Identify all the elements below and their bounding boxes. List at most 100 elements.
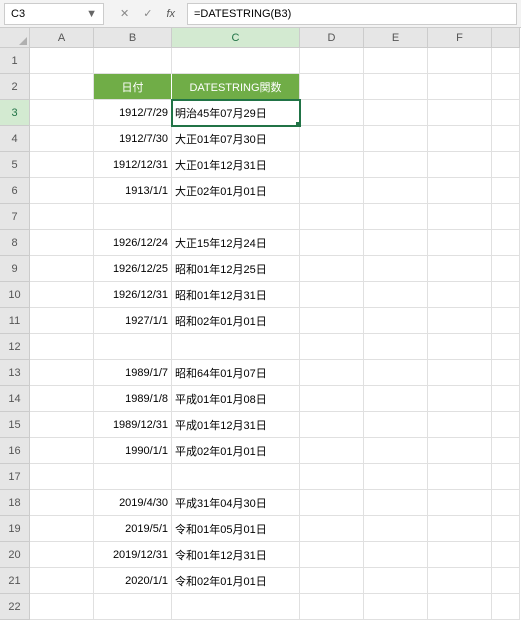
cell-B8[interactable]: 1926/12/24: [94, 230, 172, 256]
row-header-14[interactable]: 14: [0, 386, 30, 412]
row-header-4[interactable]: 4: [0, 126, 30, 152]
cell-G12[interactable]: [492, 334, 520, 360]
cell-A22[interactable]: [30, 594, 94, 620]
cell-G13[interactable]: [492, 360, 520, 386]
cell-F14[interactable]: [428, 386, 492, 412]
cell-A21[interactable]: [30, 568, 94, 594]
cell-D18[interactable]: [300, 490, 364, 516]
cell-F21[interactable]: [428, 568, 492, 594]
cell-D11[interactable]: [300, 308, 364, 334]
cell-E13[interactable]: [364, 360, 428, 386]
cell-E9[interactable]: [364, 256, 428, 282]
cell-E19[interactable]: [364, 516, 428, 542]
cell-G3[interactable]: [492, 100, 520, 126]
cell-E2[interactable]: [364, 74, 428, 100]
cell-F6[interactable]: [428, 178, 492, 204]
cell-E15[interactable]: [364, 412, 428, 438]
cell-F11[interactable]: [428, 308, 492, 334]
cell-B6[interactable]: 1913/1/1: [94, 178, 172, 204]
cell-E8[interactable]: [364, 230, 428, 256]
cell-A15[interactable]: [30, 412, 94, 438]
cell-B15[interactable]: 1989/12/31: [94, 412, 172, 438]
cell-D6[interactable]: [300, 178, 364, 204]
cell-E5[interactable]: [364, 152, 428, 178]
cell-E20[interactable]: [364, 542, 428, 568]
cell-E3[interactable]: [364, 100, 428, 126]
cell-B2[interactable]: 日付: [94, 74, 172, 100]
cell-A8[interactable]: [30, 230, 94, 256]
row-header-11[interactable]: 11: [0, 308, 30, 334]
cell-E18[interactable]: [364, 490, 428, 516]
row-header-3[interactable]: 3: [0, 100, 30, 126]
cell-B11[interactable]: 1927/1/1: [94, 308, 172, 334]
row-header-5[interactable]: 5: [0, 152, 30, 178]
cell-D20[interactable]: [300, 542, 364, 568]
cell-D16[interactable]: [300, 438, 364, 464]
cell-C15[interactable]: 平成01年12月31日: [172, 412, 300, 438]
cell-B14[interactable]: 1989/1/8: [94, 386, 172, 412]
cell-F3[interactable]: [428, 100, 492, 126]
accept-icon[interactable]: ✓: [143, 7, 152, 20]
cell-B18[interactable]: 2019/4/30: [94, 490, 172, 516]
row-header-6[interactable]: 6: [0, 178, 30, 204]
cell-D17[interactable]: [300, 464, 364, 490]
cell-B9[interactable]: 1926/12/25: [94, 256, 172, 282]
row-header-17[interactable]: 17: [0, 464, 30, 490]
cell-A3[interactable]: [30, 100, 94, 126]
cell-C22[interactable]: [172, 594, 300, 620]
row-header-10[interactable]: 10: [0, 282, 30, 308]
cell-F7[interactable]: [428, 204, 492, 230]
cell-F22[interactable]: [428, 594, 492, 620]
cell-D5[interactable]: [300, 152, 364, 178]
cell-D9[interactable]: [300, 256, 364, 282]
cell-F18[interactable]: [428, 490, 492, 516]
cell-C12[interactable]: [172, 334, 300, 360]
cell-G10[interactable]: [492, 282, 520, 308]
cell-D10[interactable]: [300, 282, 364, 308]
cell-B5[interactable]: 1912/12/31: [94, 152, 172, 178]
cell-D1[interactable]: [300, 48, 364, 74]
cell-C16[interactable]: 平成02年01月01日: [172, 438, 300, 464]
cell-G14[interactable]: [492, 386, 520, 412]
row-header-21[interactable]: 21: [0, 568, 30, 594]
cell-C3[interactable]: 明治45年07月29日: [172, 100, 300, 126]
cell-F15[interactable]: [428, 412, 492, 438]
cell-F2[interactable]: [428, 74, 492, 100]
row-header-16[interactable]: 16: [0, 438, 30, 464]
cell-C13[interactable]: 昭和64年01月07日: [172, 360, 300, 386]
row-header-15[interactable]: 15: [0, 412, 30, 438]
cell-A10[interactable]: [30, 282, 94, 308]
cell-C8[interactable]: 大正15年12月24日: [172, 230, 300, 256]
cell-A12[interactable]: [30, 334, 94, 360]
cell-A13[interactable]: [30, 360, 94, 386]
cell-C2[interactable]: DATESTRING関数: [172, 74, 300, 100]
cell-D7[interactable]: [300, 204, 364, 230]
cell-D8[interactable]: [300, 230, 364, 256]
cell-B7[interactable]: [94, 204, 172, 230]
cell-A14[interactable]: [30, 386, 94, 412]
row-header-1[interactable]: 1: [0, 48, 30, 74]
cell-B10[interactable]: 1926/12/31: [94, 282, 172, 308]
cell-F17[interactable]: [428, 464, 492, 490]
cell-B3[interactable]: 1912/7/29: [94, 100, 172, 126]
cell-A19[interactable]: [30, 516, 94, 542]
col-header-C[interactable]: C: [172, 28, 300, 48]
row-header-22[interactable]: 22: [0, 594, 30, 620]
cell-F1[interactable]: [428, 48, 492, 74]
cell-G20[interactable]: [492, 542, 520, 568]
select-all-corner[interactable]: [0, 28, 30, 48]
cell-E12[interactable]: [364, 334, 428, 360]
cell-C18[interactable]: 平成31年04月30日: [172, 490, 300, 516]
cell-D4[interactable]: [300, 126, 364, 152]
cell-E16[interactable]: [364, 438, 428, 464]
cell-E7[interactable]: [364, 204, 428, 230]
col-header-A[interactable]: A: [30, 28, 94, 48]
col-header-D[interactable]: D: [300, 28, 364, 48]
fx-icon[interactable]: fx: [166, 8, 175, 20]
cell-A7[interactable]: [30, 204, 94, 230]
cell-B13[interactable]: 1989/1/7: [94, 360, 172, 386]
cell-G8[interactable]: [492, 230, 520, 256]
cell-G6[interactable]: [492, 178, 520, 204]
cell-C11[interactable]: 昭和02年01月01日: [172, 308, 300, 334]
row-header-13[interactable]: 13: [0, 360, 30, 386]
